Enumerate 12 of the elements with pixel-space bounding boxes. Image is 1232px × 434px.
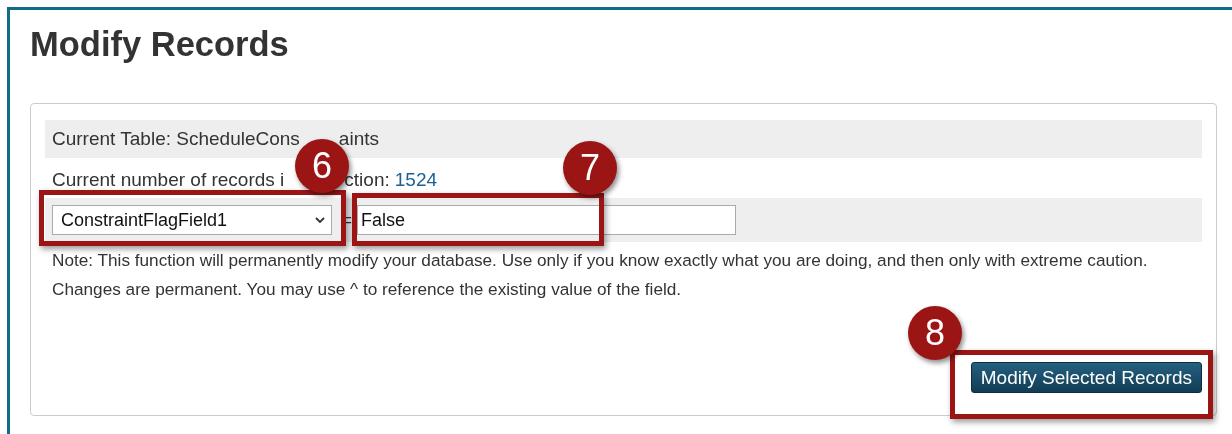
record-count-label-tail: ction: [344,169,390,191]
modify-records-button[interactable]: Modify Selected Records [970,362,1202,393]
table-label-tail: aints [338,128,379,150]
page-title: Modify Records [30,24,289,64]
record-count-label: Current number of records i [52,169,285,191]
warning-note: Note: This function will permanently modify your database. Use only if you know exactly what you are doing, and then only with extreme caution. Changes are permanent. You may use ^ to reference the existing value of the field. [51,249,1149,301]
value-field[interactable]: False [357,205,737,235]
table-label: Current Table: ScheduleCons [52,128,300,150]
field-select[interactable]: ConstraintFlagField1 [52,205,332,235]
record-count[interactable]: 1524 [394,169,438,191]
caret-icon [315,216,325,224]
callout-number: 8 [908,306,962,360]
